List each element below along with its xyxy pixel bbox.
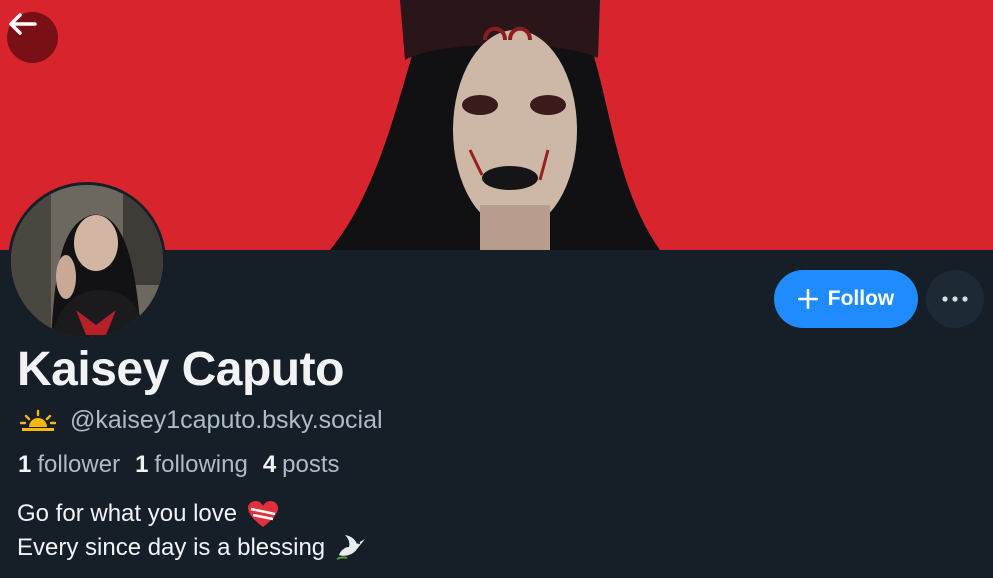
follow-button-label: Follow [827, 287, 895, 310]
posts-label: posts [282, 451, 340, 478]
profile-bio: Go for what you love Every since day is … [17, 497, 369, 565]
avatar[interactable] [8, 182, 166, 340]
plus-icon [797, 289, 818, 309]
following-label[interactable]: following [154, 451, 247, 479]
dove-icon [336, 535, 366, 560]
handle-row: @kaisey1caputo.bsky.social [20, 404, 383, 436]
arrow-left-icon [9, 13, 37, 35]
bio-line: Go for what you love [17, 497, 369, 531]
followers-label[interactable]: follower [37, 451, 120, 479]
bio-line-text: Go for what you love [17, 500, 238, 527]
more-options-button[interactable] [926, 270, 984, 328]
avatar-image [11, 185, 163, 337]
posts-count: 4 [262, 451, 277, 478]
followers-count[interactable]: 1 [18, 451, 31, 479]
bio-line: Every since day is a blessing [17, 531, 369, 565]
heart-icon [248, 501, 279, 527]
follow-button[interactable]: Follow [774, 270, 918, 328]
ellipsis-icon [942, 296, 968, 302]
handle[interactable]: @kaisey1caputo.bsky.social [70, 406, 383, 435]
display-name: Kaisey Caputo [17, 343, 344, 396]
back-button[interactable] [7, 12, 58, 63]
profile-stats: 1 follower 1 following 4 posts [18, 449, 355, 481]
following-count[interactable]: 1 [135, 451, 148, 479]
bio-line-text: Every since day is a blessing [17, 534, 326, 561]
sunrise-icon [20, 409, 56, 431]
